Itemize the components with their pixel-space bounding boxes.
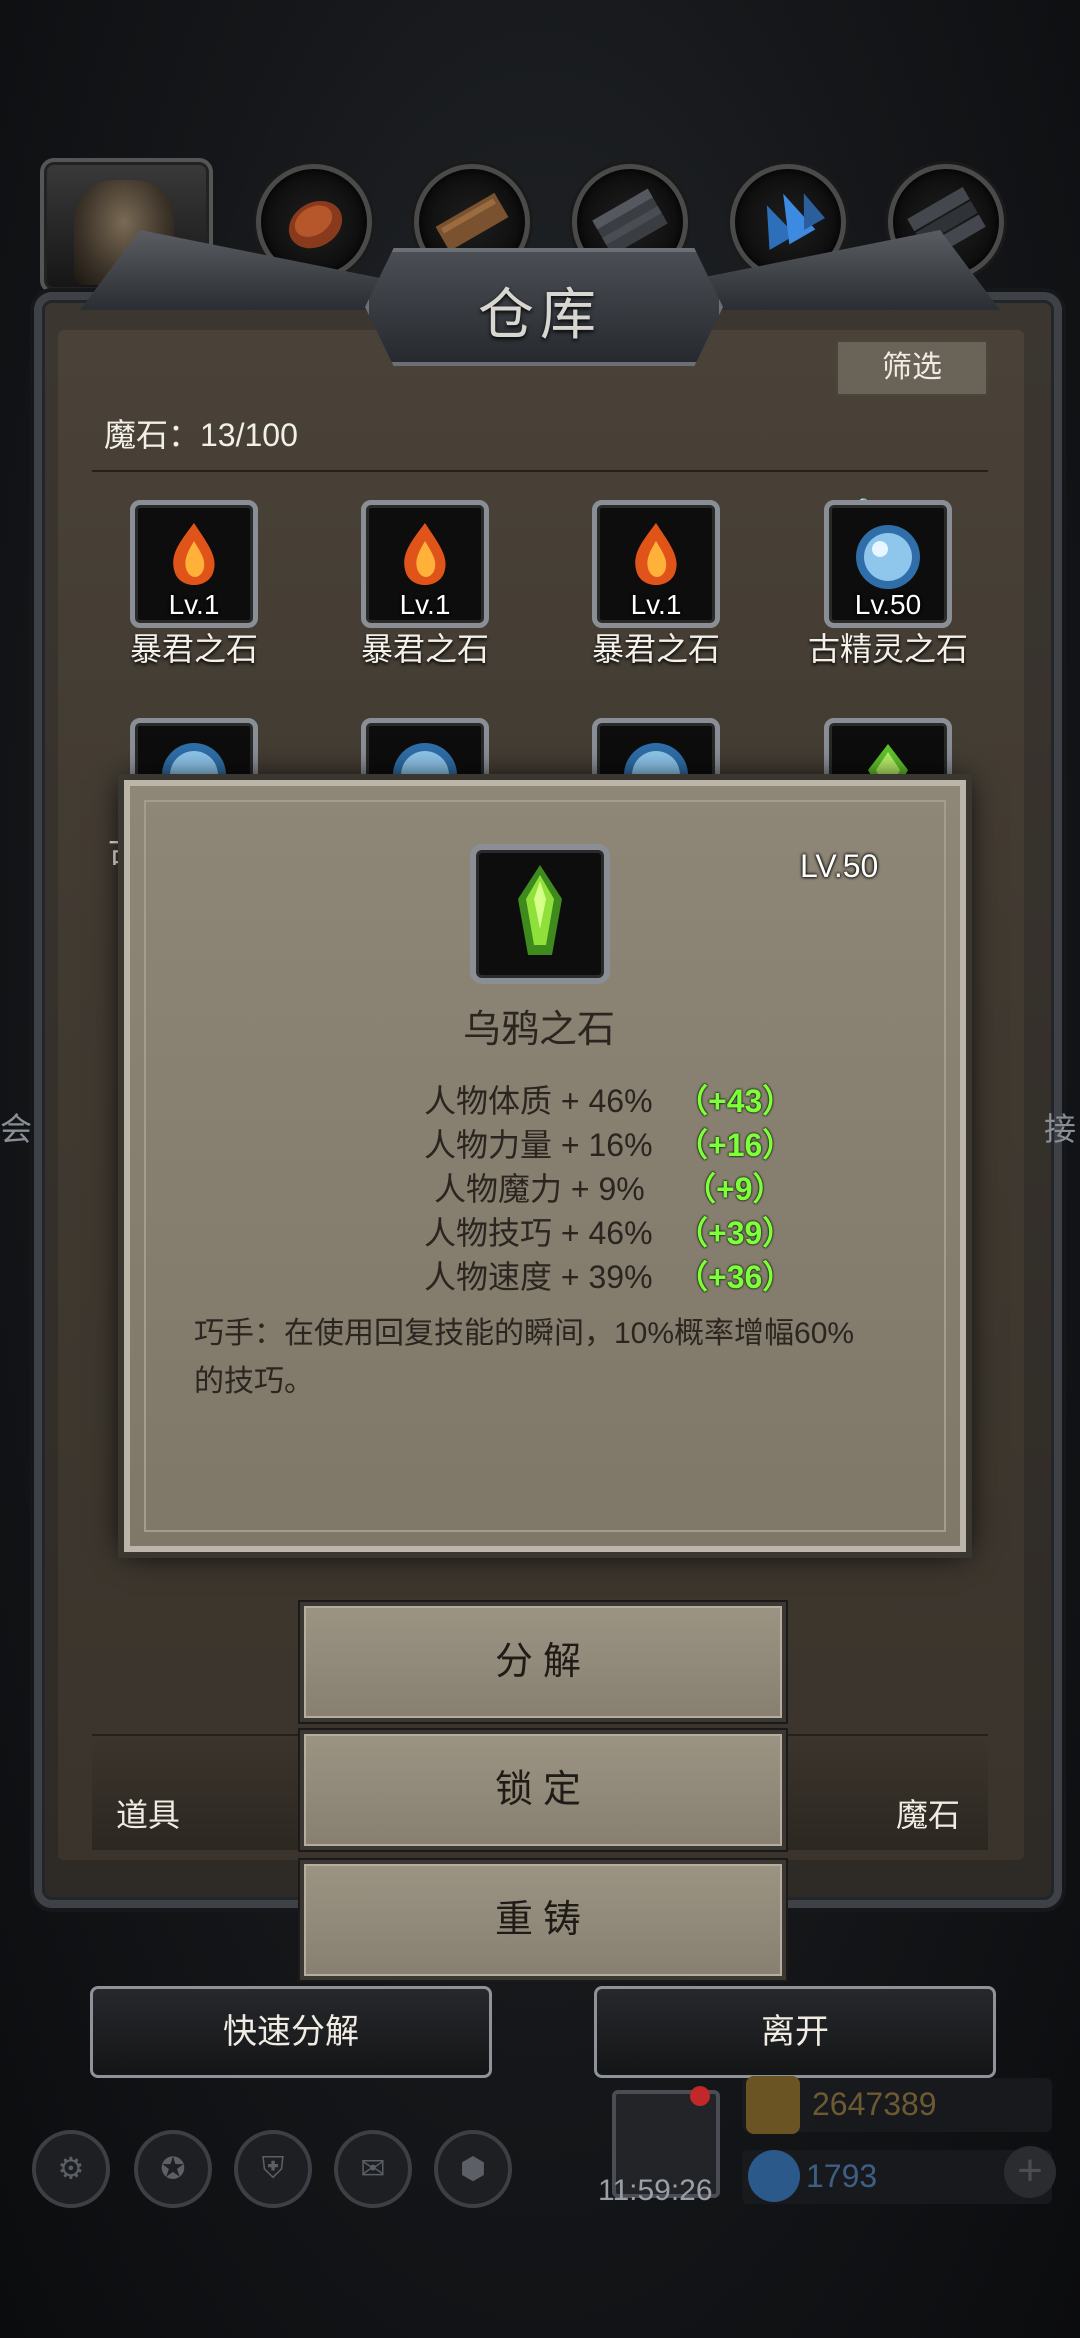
mail-icon[interactable]: ✉: [334, 2130, 412, 2208]
gold-coin-icon: [746, 2076, 800, 2134]
list-item[interactable]: Lv.1 暴君之石: [345, 500, 505, 670]
gold-amount: 2647389: [812, 2086, 937, 2122]
list-item[interactable]: Lv.1 暴君之石: [114, 500, 274, 670]
stat-label: 人物速度 + 39%: [424, 1259, 653, 1295]
countdown-timer: 11:59:26: [598, 2174, 713, 2207]
shop-icon[interactable]: ⬢: [434, 2130, 512, 2208]
item-slot: Lv.1: [361, 500, 489, 628]
list-item[interactable]: Lv.1 暴君之石: [576, 500, 736, 670]
lock-button[interactable]: 锁定: [300, 1730, 786, 1850]
item-name: 暴君之石: [360, 631, 489, 667]
reforge-button[interactable]: 重铸: [300, 1860, 786, 1980]
notification-dot: [690, 2086, 710, 2106]
item-name: 古精灵之石: [807, 631, 968, 667]
stone-count-label: 魔石：13/100: [104, 417, 298, 453]
guild-icon[interactable]: ⛨: [234, 2130, 312, 2208]
stat-bonus: （+16）: [676, 1127, 795, 1163]
item-name: 暴君之石: [129, 631, 258, 667]
stat-label: 人物技巧 + 46%: [424, 1215, 653, 1251]
fire-gem-icon: [404, 522, 446, 585]
stat-label: 人物魔力 + 9%: [434, 1171, 645, 1207]
gem-amount: 1793: [806, 2158, 878, 2194]
helmet-icon: [288, 200, 343, 249]
skill-description: 巧手：在使用回复技能的瞬间，10%概率增幅60%的技巧。: [194, 1317, 855, 1398]
stat-bonus: （+43）: [676, 1083, 795, 1119]
stat-bonus: （+39）: [676, 1215, 795, 1251]
settings-icon[interactable]: ⚙: [32, 2130, 110, 2208]
item-level: Lv.1: [168, 589, 220, 620]
decompose-button[interactable]: 分解: [300, 1602, 786, 1722]
diamond-icon: [748, 2150, 800, 2202]
popup-item-slot: [470, 844, 610, 984]
item-slot: Lv.50: [824, 500, 952, 628]
side-text-fragment: 会: [0, 1111, 33, 1147]
quick-decompose-button[interactable]: 快速分解: [90, 1986, 492, 2078]
stat-bonus: （+9）: [684, 1171, 785, 1207]
fire-gem-icon: [635, 522, 677, 585]
filter-button[interactable]: 筛选: [836, 340, 988, 396]
side-text-fragment: 接: [1044, 1111, 1077, 1147]
divider: [92, 470, 988, 472]
raven-stone-icon: [518, 865, 562, 955]
leave-button[interactable]: 离开: [594, 1986, 996, 2078]
item-name: 暴君之石: [591, 631, 720, 667]
fire-gem-icon: [173, 522, 215, 585]
item-slot: Lv.1: [592, 500, 720, 628]
tab-magic-stones[interactable]: 魔石: [896, 1790, 960, 1836]
popup-item-level: LV.50: [800, 848, 879, 884]
stat-label: 人物体质 + 46%: [424, 1083, 653, 1119]
item-level: Lv.1: [399, 589, 451, 620]
page-title: 仓库: [478, 283, 602, 348]
blue-orb-icon: [856, 524, 920, 589]
stat-label: 人物力量 + 16%: [424, 1127, 653, 1163]
list-item[interactable]: 🔒 Lv.50 古精灵之石: [808, 498, 968, 670]
tab-items[interactable]: 道具: [116, 1790, 180, 1836]
achievement-icon[interactable]: ✪: [134, 2130, 212, 2208]
item-slot: Lv.1: [130, 500, 258, 628]
popup-item-name: 乌鸦之石: [462, 1009, 615, 1051]
stat-bonus: （+36）: [676, 1259, 795, 1295]
item-level: Lv.50: [854, 589, 922, 620]
add-currency-icon[interactable]: +: [1004, 2146, 1056, 2198]
item-level: Lv.1: [630, 589, 682, 620]
